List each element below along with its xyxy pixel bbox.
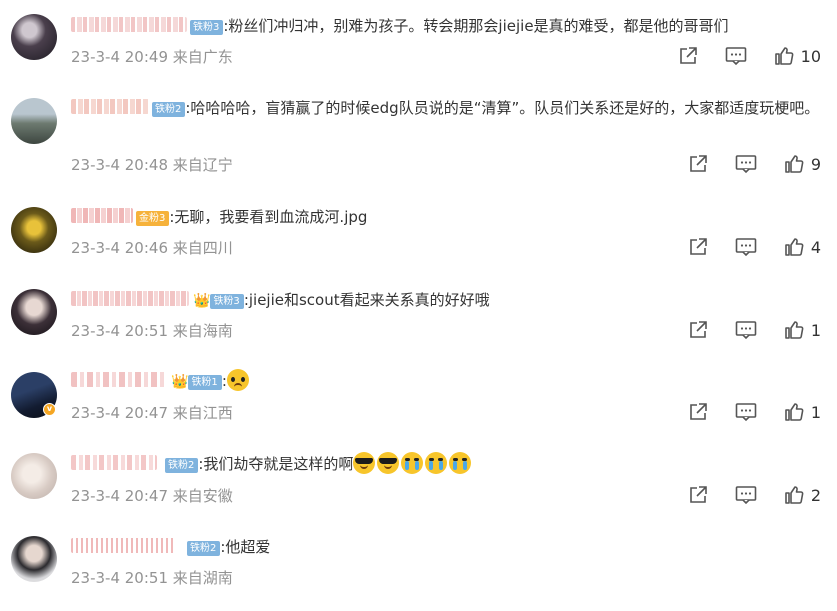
comment-text: :无聊，我要看到血流成河.jpg bbox=[169, 208, 368, 226]
thumbs-up-icon[interactable] bbox=[783, 401, 805, 423]
comment-location: 来自海南 bbox=[172, 322, 233, 340]
crying-emoji-icon bbox=[425, 452, 448, 474]
fan-badge: 铁粉3 bbox=[210, 294, 244, 309]
crown-icon: 👑 bbox=[171, 374, 189, 390]
verified-badge-icon: v bbox=[43, 403, 56, 416]
cool-sunglasses-emoji-icon bbox=[353, 452, 376, 474]
like-count: 1 bbox=[810, 320, 821, 340]
share-icon[interactable] bbox=[677, 45, 699, 67]
like-count: 1 bbox=[810, 402, 821, 422]
crying-emoji-icon bbox=[401, 452, 424, 474]
share-icon[interactable] bbox=[687, 401, 709, 423]
comment-time: 23-3-4 20:49 bbox=[71, 48, 168, 66]
comment-icon[interactable] bbox=[735, 319, 757, 341]
thumbs-up-icon[interactable] bbox=[783, 484, 805, 506]
comment-meta: 23-3-4 20:48 来自辽宁 bbox=[71, 154, 233, 175]
comment-location: 来自四川 bbox=[172, 239, 233, 257]
comment-item: 铁粉2:他超爱 23-3-4 20:51 来自湖南 bbox=[0, 527, 837, 611]
share-icon[interactable] bbox=[687, 484, 709, 506]
comment-actions: 2 bbox=[661, 482, 821, 508]
comment-text: :我们劫夺就是这样的啊 bbox=[198, 455, 354, 473]
comment-actions: 4 bbox=[661, 234, 821, 260]
comment-meta: 23-3-4 20:46 来自四川 bbox=[71, 237, 233, 258]
username[interactable] bbox=[71, 17, 187, 32]
username[interactable] bbox=[71, 538, 175, 553]
thumbs-up-icon[interactable] bbox=[773, 45, 795, 67]
thumbs-up-icon[interactable] bbox=[783, 153, 805, 175]
avatar[interactable] bbox=[11, 98, 57, 144]
comment-item: 铁粉2:哈哈哈哈，盲猜赢了的时候edg队员说的是“清算”。队员们关系还是好的，大… bbox=[0, 80, 837, 190]
comment-meta: 23-3-4 20:47 来自江西 bbox=[71, 402, 233, 423]
fan-badge: 铁粉3 bbox=[190, 20, 224, 35]
avatar[interactable] bbox=[11, 14, 57, 60]
comment-item: v 👑 铁粉1: 23-3-4 20:47 来自江西 1 bbox=[0, 360, 837, 442]
username[interactable] bbox=[71, 455, 157, 470]
comment-location: 来自湖南 bbox=[172, 569, 233, 587]
crying-emoji-icon bbox=[449, 452, 472, 474]
comment-text: :粉丝们冲归冲，别难为孩子。转会期那会jiejie是真的难受，都是他的哥哥们 bbox=[223, 17, 729, 35]
username[interactable] bbox=[71, 372, 167, 387]
comment-actions: 9 bbox=[661, 151, 821, 177]
comment-location: 来自广东 bbox=[172, 48, 233, 66]
cool-sunglasses-emoji-icon bbox=[377, 452, 400, 474]
comment-meta: 23-3-4 20:51 来自湖南 bbox=[71, 567, 233, 588]
like-count: 9 bbox=[810, 154, 821, 174]
sad-face-emoji-icon bbox=[226, 369, 249, 391]
thumbs-up-icon[interactable] bbox=[783, 236, 805, 258]
comment-meta: 23-3-4 20:51 来自海南 bbox=[71, 320, 233, 341]
fan-badge: 铁粉2 bbox=[187, 541, 221, 556]
comment-icon[interactable] bbox=[725, 45, 747, 67]
fan-badge: 铁粉1 bbox=[188, 375, 222, 390]
comment-time: 23-3-4 20:47 bbox=[71, 487, 168, 505]
avatar[interactable] bbox=[11, 289, 57, 335]
username[interactable] bbox=[71, 99, 149, 114]
comment-item: 👑 铁粉3:jiejie和scout看起来关系真的好好哦 23-3-4 20:51… bbox=[0, 278, 837, 358]
like-count: 10 bbox=[800, 46, 821, 66]
share-icon[interactable] bbox=[687, 153, 709, 175]
like-count: 4 bbox=[810, 237, 821, 257]
share-icon[interactable] bbox=[687, 236, 709, 258]
username[interactable] bbox=[71, 291, 189, 306]
comment-text: :jiejie和scout看起来关系真的好好哦 bbox=[243, 291, 490, 309]
comment-icon[interactable] bbox=[735, 401, 757, 423]
avatar[interactable] bbox=[11, 453, 57, 499]
comment-location: 来自江西 bbox=[172, 404, 233, 422]
comment-item: 铁粉2:我们劫夺就是这样的啊 23-3-4 20:47 来自安徽 2 bbox=[0, 443, 837, 525]
share-icon[interactable] bbox=[687, 319, 709, 341]
like-count: 2 bbox=[810, 485, 821, 505]
avatar[interactable] bbox=[11, 536, 57, 582]
fan-badge: 铁粉2 bbox=[165, 458, 199, 473]
crown-icon: 👑 bbox=[193, 293, 211, 309]
comment-time: 23-3-4 20:51 bbox=[71, 322, 168, 340]
comment-actions: 1 bbox=[661, 317, 821, 343]
comment-text: :他超爱 bbox=[220, 538, 271, 556]
comment-meta: 23-3-4 20:49 来自广东 bbox=[71, 46, 233, 67]
thumbs-up-icon[interactable] bbox=[783, 319, 805, 341]
comment-time: 23-3-4 20:48 bbox=[71, 156, 168, 174]
comment-location: 来自安徽 bbox=[172, 487, 233, 505]
comment-icon[interactable] bbox=[735, 153, 757, 175]
comment-text: :哈哈哈哈，盲猜赢了的时候edg队员说的是“清算”。队员们关系还是好的，大家都适… bbox=[185, 99, 820, 117]
comment-actions: 10 bbox=[651, 43, 821, 69]
comment-meta: 23-3-4 20:47 来自安徽 bbox=[71, 485, 233, 506]
comment-icon[interactable] bbox=[735, 484, 757, 506]
comment-location: 来自辽宁 bbox=[172, 156, 233, 174]
comment-item: 铁粉3:粉丝们冲归冲，别难为孩子。转会期那会jiejie是真的难受，都是他的哥哥… bbox=[0, 0, 837, 80]
comment-item: 金粉3:无聊，我要看到血流成河.jpg 23-3-4 20:46 来自四川 4 bbox=[0, 195, 837, 275]
comment-time: 23-3-4 20:47 bbox=[71, 404, 168, 422]
comment-icon[interactable] bbox=[735, 236, 757, 258]
fan-badge: 铁粉2 bbox=[152, 102, 186, 117]
username[interactable] bbox=[71, 208, 133, 223]
avatar[interactable] bbox=[11, 207, 57, 253]
comment-time: 23-3-4 20:51 bbox=[71, 569, 168, 587]
comment-time: 23-3-4 20:46 bbox=[71, 239, 168, 257]
fan-badge: 金粉3 bbox=[136, 211, 170, 226]
comment-actions: 1 bbox=[661, 399, 821, 425]
